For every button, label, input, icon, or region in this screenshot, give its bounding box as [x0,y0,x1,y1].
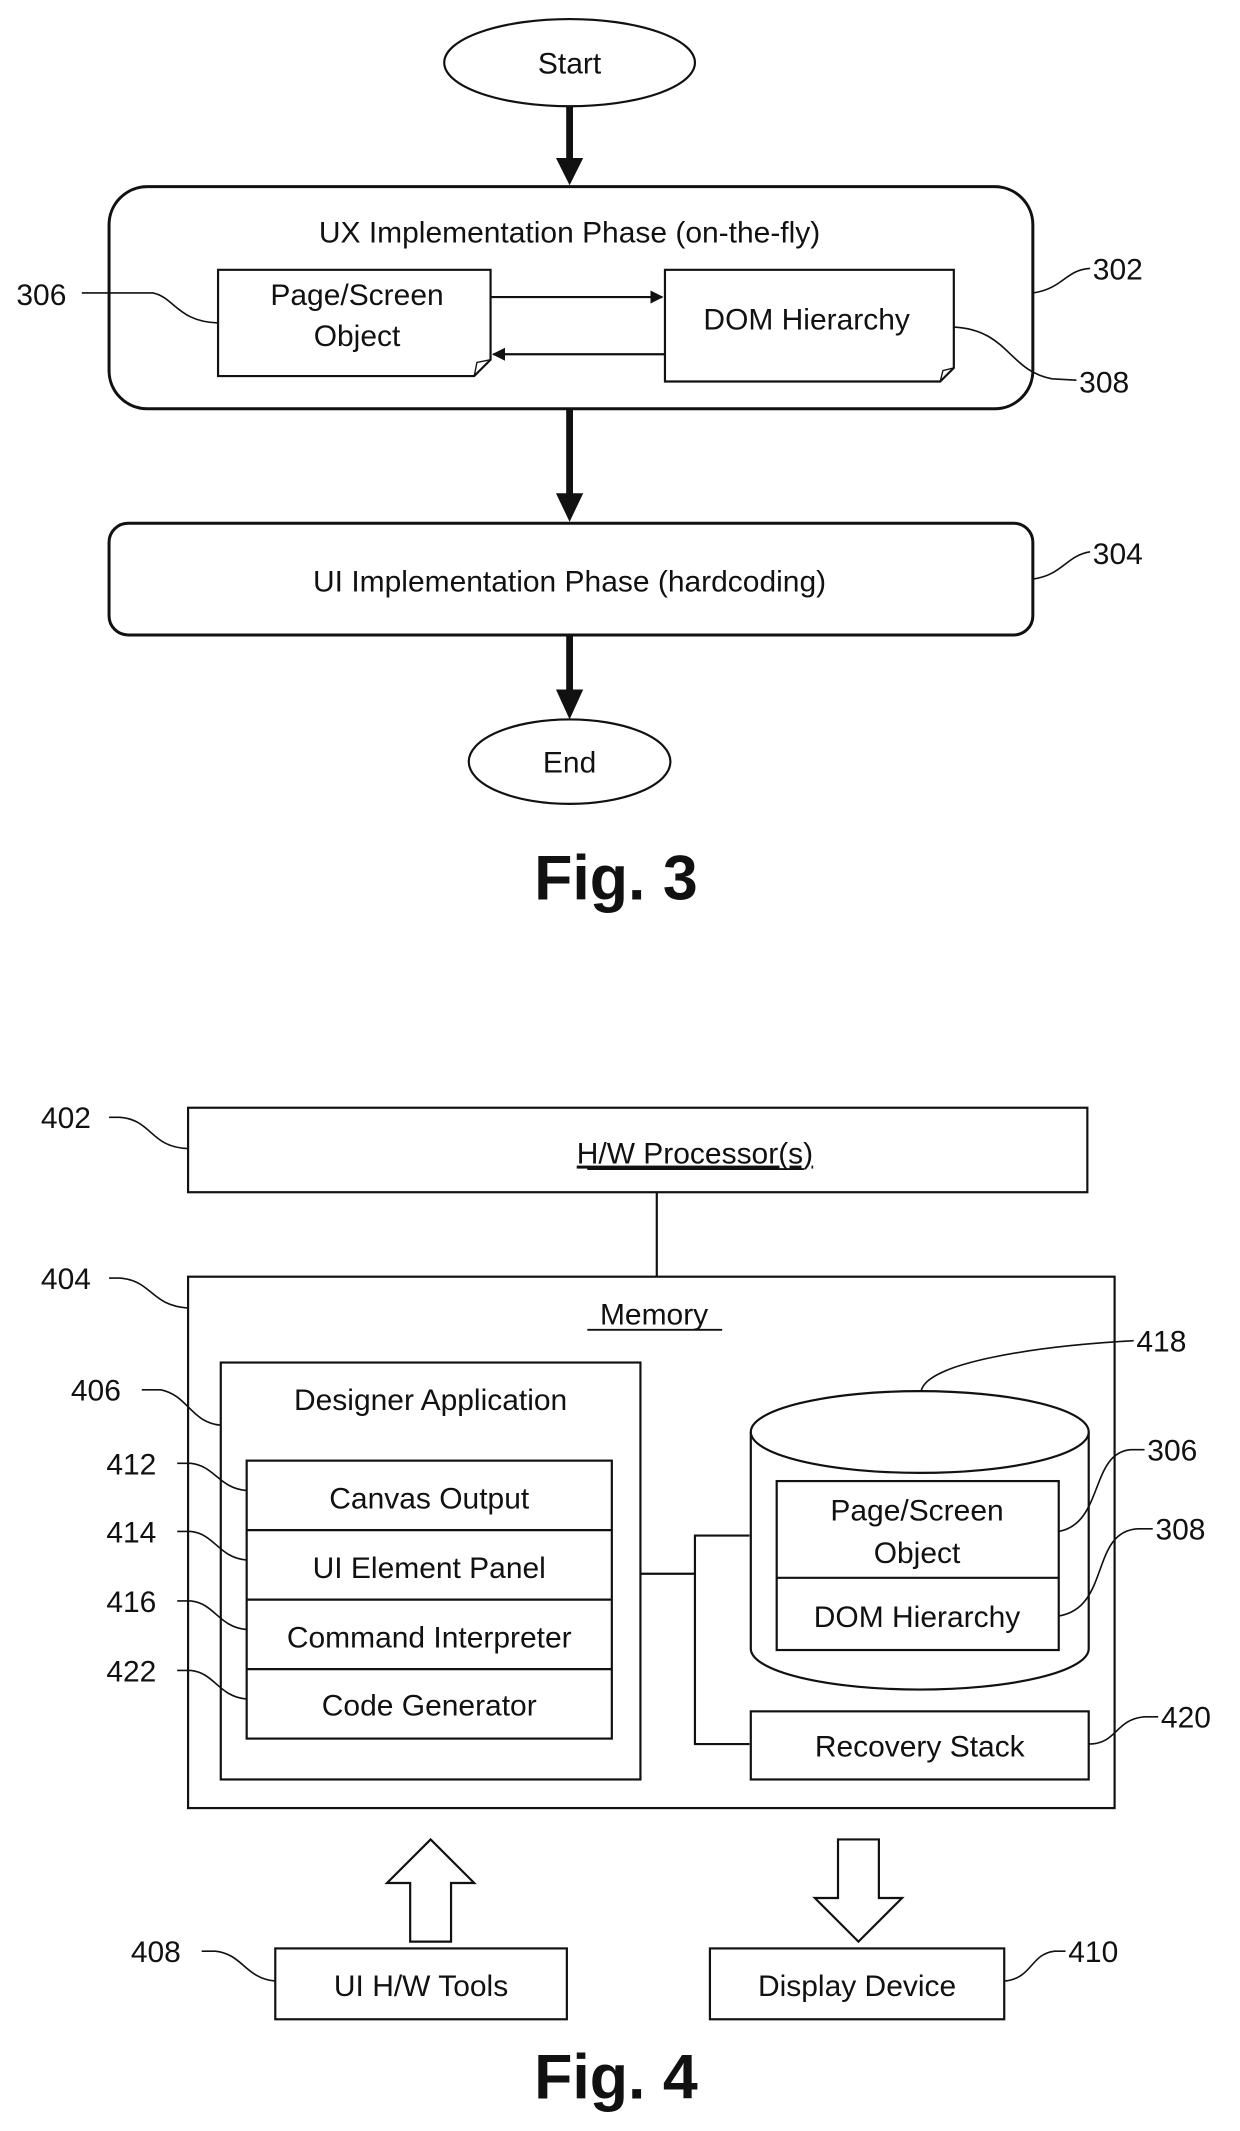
item-label: UI Element Panel [313,1552,546,1585]
ref-408: 408 [131,1936,181,1969]
ref-406: 406 [71,1375,121,1408]
ui-tools-label: UI H/W Tools [334,1970,508,2003]
hw-processor-box: H/W Processor(s) 402 [41,1102,1089,1194]
ref-410: 410 [1068,1936,1118,1969]
ref-412: 412 [106,1448,156,1481]
ref-306: 306 [16,279,66,312]
db-dom-label: DOM Hierarchy [814,1601,1020,1634]
dom-hierarchy-doc: DOM Hierarchy [663,268,955,383]
item-label: Command Interpreter [287,1621,572,1654]
ref-308: 308 [1079,366,1129,399]
page-screen-object-doc: Page/Screen Object [216,268,492,378]
patent-figures: Start UX Implementation Phase (on-the-fl… [16,17,1211,2112]
page-object-line2: Object [314,320,401,353]
figure-3: Start UX Implementation Phase (on-the-fl… [16,17,1143,913]
db-page-object-line1: Page/Screen [830,1495,1003,1528]
processor-label: H/W Processor(s) [577,1138,813,1171]
memory-box: Memory 404 Designer Application 406 Canv… [41,1263,1211,1810]
ref-416: 416 [106,1586,156,1619]
start-node: Start [443,17,697,108]
ref-304: 304 [1093,538,1143,571]
ui-phase-title: UI Implementation Phase (hardcoding) [313,565,826,598]
item-label: Code Generator [322,1689,537,1722]
designer-title: Designer Application [294,1384,567,1417]
ui-phase-box: UI Implementation Phase (hardcoding) 304 [107,521,1143,637]
memory-label: Memory [600,1298,708,1331]
end-label: End [543,747,596,780]
db-page-object-line2: Object [874,1537,961,1570]
dom-label: DOM Hierarchy [703,304,909,337]
ui-hw-tools-box: UI H/W Tools 408 [131,1936,568,2021]
ref-306-fig4: 306 [1147,1435,1197,1468]
recovery-stack-box: Recovery Stack 420 [749,1702,1211,1781]
figure-4: H/W Processor(s) 402 Memory 404 Designer… [41,1102,1211,2112]
ref-414: 414 [106,1516,156,1549]
end-node: End [467,718,672,805]
ref-308-fig4: 308 [1155,1514,1205,1547]
ref-420: 420 [1161,1702,1211,1735]
arrowhead [555,689,584,720]
start-label: Start [538,48,602,81]
ref-302: 302 [1093,253,1143,286]
recovery-label: Recovery Stack [815,1730,1026,1763]
item-label: Canvas Output [329,1482,530,1515]
page-object-line1: Page/Screen [270,279,443,312]
input-arrow-icon [384,1837,477,1943]
ux-phase-title: UX Implementation Phase (on-the-fly) [319,217,820,250]
output-arrow-icon [812,1838,905,1944]
ux-phase-box: UX Implementation Phase (on-the-fly) 302… [16,185,1143,411]
designer-application-box: Designer Application 406 Canvas Output 4… [71,1361,642,1781]
arrowhead [555,493,584,522]
arrowhead [555,158,584,186]
ref-402: 402 [41,1102,91,1135]
ref-404: 404 [41,1263,91,1296]
fig3-caption: Fig. 3 [534,843,698,913]
display-label: Display Device [758,1970,956,2003]
fig4-caption: Fig. 4 [534,2042,698,2112]
ref-422: 422 [106,1655,156,1688]
ref-418: 418 [1136,1326,1186,1359]
display-device-box: Display Device 410 [708,1936,1118,2021]
